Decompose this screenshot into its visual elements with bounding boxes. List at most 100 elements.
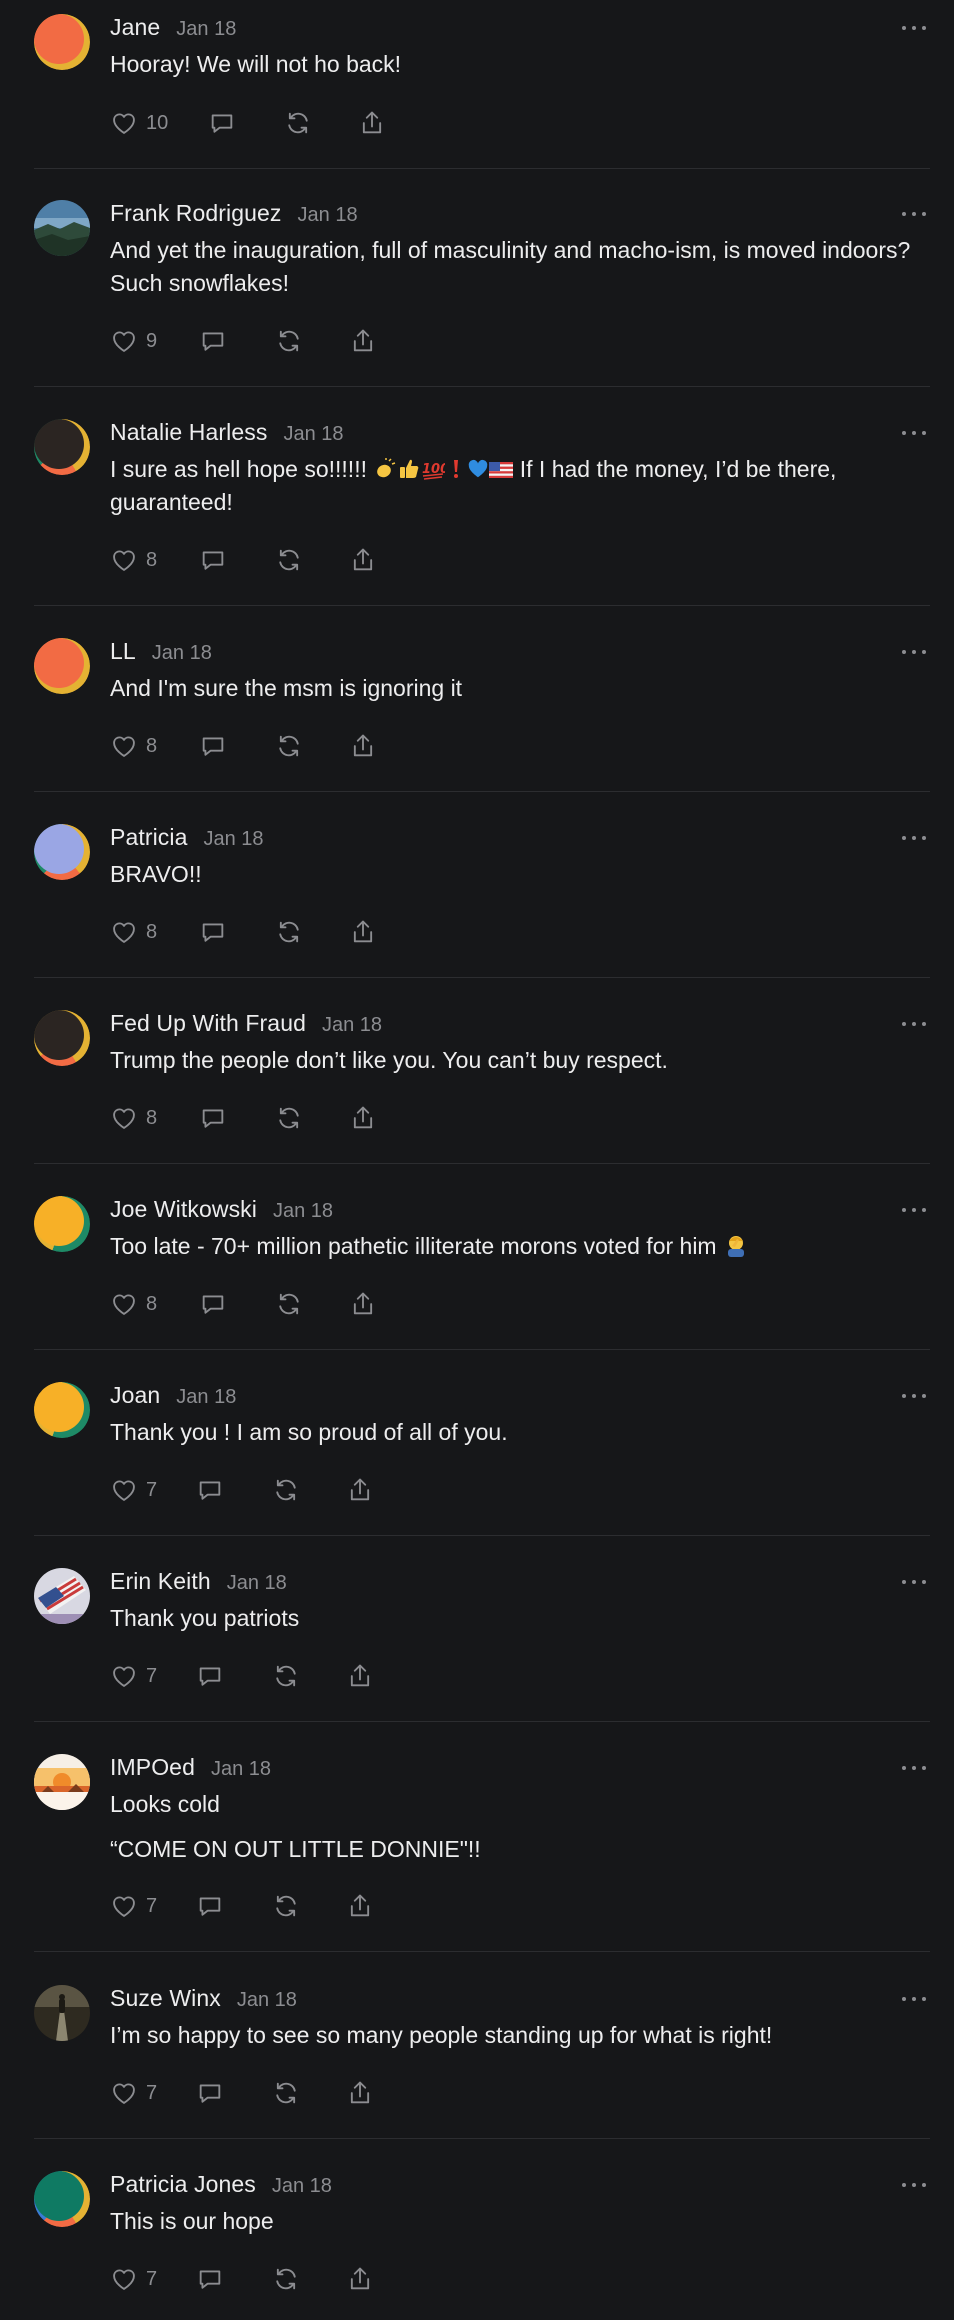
comment: Jane Jan 18 Hooray! We will not ho back!… — [34, 0, 930, 169]
restack-button[interactable] — [271, 1892, 301, 1920]
reply-button[interactable] — [199, 546, 227, 574]
restack-icon — [276, 1895, 296, 1917]
reply-button[interactable] — [196, 2079, 224, 2107]
share-button[interactable] — [349, 327, 377, 355]
more-options-icon[interactable] — [902, 20, 926, 36]
share-button[interactable] — [349, 732, 377, 760]
avatar[interactable] — [34, 1196, 90, 1252]
like-button[interactable]: 8 — [110, 1290, 175, 1318]
restack-button[interactable] — [274, 918, 304, 946]
like-button[interactable]: 8 — [110, 918, 175, 946]
author-name[interactable]: LL — [110, 638, 136, 665]
author-name[interactable]: Suze Winx — [110, 1985, 221, 2012]
reply-button[interactable] — [196, 1892, 224, 1920]
reply-button[interactable] — [196, 1476, 224, 1504]
reply-icon — [199, 2270, 221, 2289]
restack-button[interactable] — [283, 109, 313, 137]
restack-button[interactable] — [271, 1662, 301, 1690]
more-options-icon[interactable] — [902, 644, 926, 660]
author-name[interactable]: Patricia — [110, 824, 188, 851]
reply-button[interactable] — [196, 2265, 224, 2293]
comment: Joan Jan 18 Thank you ! I am so proud of… — [34, 1368, 930, 1536]
avatar[interactable] — [34, 1754, 90, 1810]
more-options-icon[interactable] — [902, 1991, 926, 2007]
comment-date: Jan 18 — [273, 1200, 334, 1222]
restack-button[interactable] — [271, 2265, 301, 2293]
more-options-icon[interactable] — [902, 830, 926, 846]
share-button[interactable] — [346, 1662, 374, 1690]
restack-button[interactable] — [271, 2079, 301, 2107]
restack-button[interactable] — [271, 1476, 301, 1504]
share-button[interactable] — [349, 1104, 377, 1132]
avatar[interactable] — [34, 824, 90, 880]
like-button[interactable]: 7 — [110, 2079, 172, 2107]
restack-icon — [276, 1665, 296, 1687]
author-name[interactable]: Patricia Jones — [110, 2171, 256, 2198]
reply-button[interactable] — [199, 1104, 227, 1132]
like-button[interactable]: 10 — [110, 109, 186, 137]
share-button[interactable] — [346, 2079, 374, 2107]
author-name[interactable]: Erin Keith — [110, 1568, 211, 1595]
share-button[interactable] — [346, 1892, 374, 1920]
avatar[interactable] — [34, 419, 90, 475]
share-button[interactable] — [349, 546, 377, 574]
share-button[interactable] — [349, 1290, 377, 1318]
reply-button[interactable] — [208, 109, 236, 137]
more-options-icon[interactable] — [902, 206, 926, 222]
reply-button[interactable] — [199, 327, 227, 355]
author-name[interactable]: Joan — [110, 1382, 160, 1409]
more-options-icon[interactable] — [902, 2177, 926, 2193]
like-button[interactable]: 8 — [110, 546, 175, 574]
avatar[interactable] — [34, 200, 90, 256]
more-options-icon[interactable] — [902, 1388, 926, 1404]
author-name[interactable]: IMPOed — [110, 1754, 195, 1781]
more-options-icon[interactable] — [902, 1202, 926, 1218]
avatar[interactable] — [34, 14, 90, 70]
share-icon — [350, 1664, 370, 1687]
like-button[interactable]: 7 — [110, 1662, 172, 1690]
more-options-icon[interactable] — [902, 1016, 926, 1032]
more-options-icon[interactable] — [902, 1574, 926, 1590]
share-button[interactable] — [346, 1476, 374, 1504]
restack-button[interactable] — [274, 1104, 304, 1132]
like-button[interactable]: 8 — [110, 1104, 175, 1132]
like-button[interactable]: 7 — [110, 1892, 172, 1920]
avatar[interactable] — [34, 1985, 90, 2041]
avatar[interactable] — [34, 2171, 90, 2227]
author-name[interactable]: Frank Rodriguez — [110, 200, 282, 227]
share-icon — [350, 2081, 370, 2104]
more-options-icon[interactable] — [902, 1760, 926, 1776]
share-icon — [350, 1894, 370, 1917]
like-button[interactable]: 7 — [110, 1476, 172, 1504]
avatar[interactable] — [34, 638, 90, 694]
like-button[interactable]: 8 — [110, 732, 175, 760]
reply-icon — [202, 923, 224, 942]
restack-button[interactable] — [274, 1290, 304, 1318]
comment: Joe Witkowski Jan 18 Too late - 70+ mill… — [34, 1182, 930, 1350]
heart-icon — [113, 550, 135, 571]
comment-text: I’m so happy to see so many people stand… — [110, 2022, 773, 2048]
reply-button[interactable] — [199, 1290, 227, 1318]
share-button[interactable] — [346, 2265, 374, 2293]
reply-button[interactable] — [196, 1662, 224, 1690]
restack-button[interactable] — [274, 546, 304, 574]
comment-date: Jan 18 — [322, 1014, 383, 1036]
author-name[interactable]: Jane — [110, 14, 160, 41]
avatar[interactable] — [34, 1568, 90, 1624]
restack-button[interactable] — [274, 327, 304, 355]
avatar[interactable] — [34, 1010, 90, 1066]
author-name[interactable]: Fed Up With Fraud — [110, 1010, 306, 1037]
reply-button[interactable] — [199, 732, 227, 760]
reply-button[interactable] — [199, 918, 227, 946]
author-name[interactable]: Joe Witkowski — [110, 1196, 257, 1223]
more-options-icon[interactable] — [902, 425, 926, 441]
like-button[interactable]: 7 — [110, 2265, 172, 2293]
author-name[interactable]: Natalie Harless — [110, 419, 267, 446]
comment-text: Too late - 70+ million pathetic illitera… — [110, 1230, 930, 1263]
restack-button[interactable] — [274, 732, 304, 760]
share-button[interactable] — [349, 918, 377, 946]
comment-text: Looks cold “COME ON OUT LITTLE DONNIE"!! — [110, 1791, 481, 1862]
like-button[interactable]: 9 — [110, 327, 175, 355]
share-button[interactable] — [358, 109, 386, 137]
avatar[interactable] — [34, 1382, 90, 1438]
